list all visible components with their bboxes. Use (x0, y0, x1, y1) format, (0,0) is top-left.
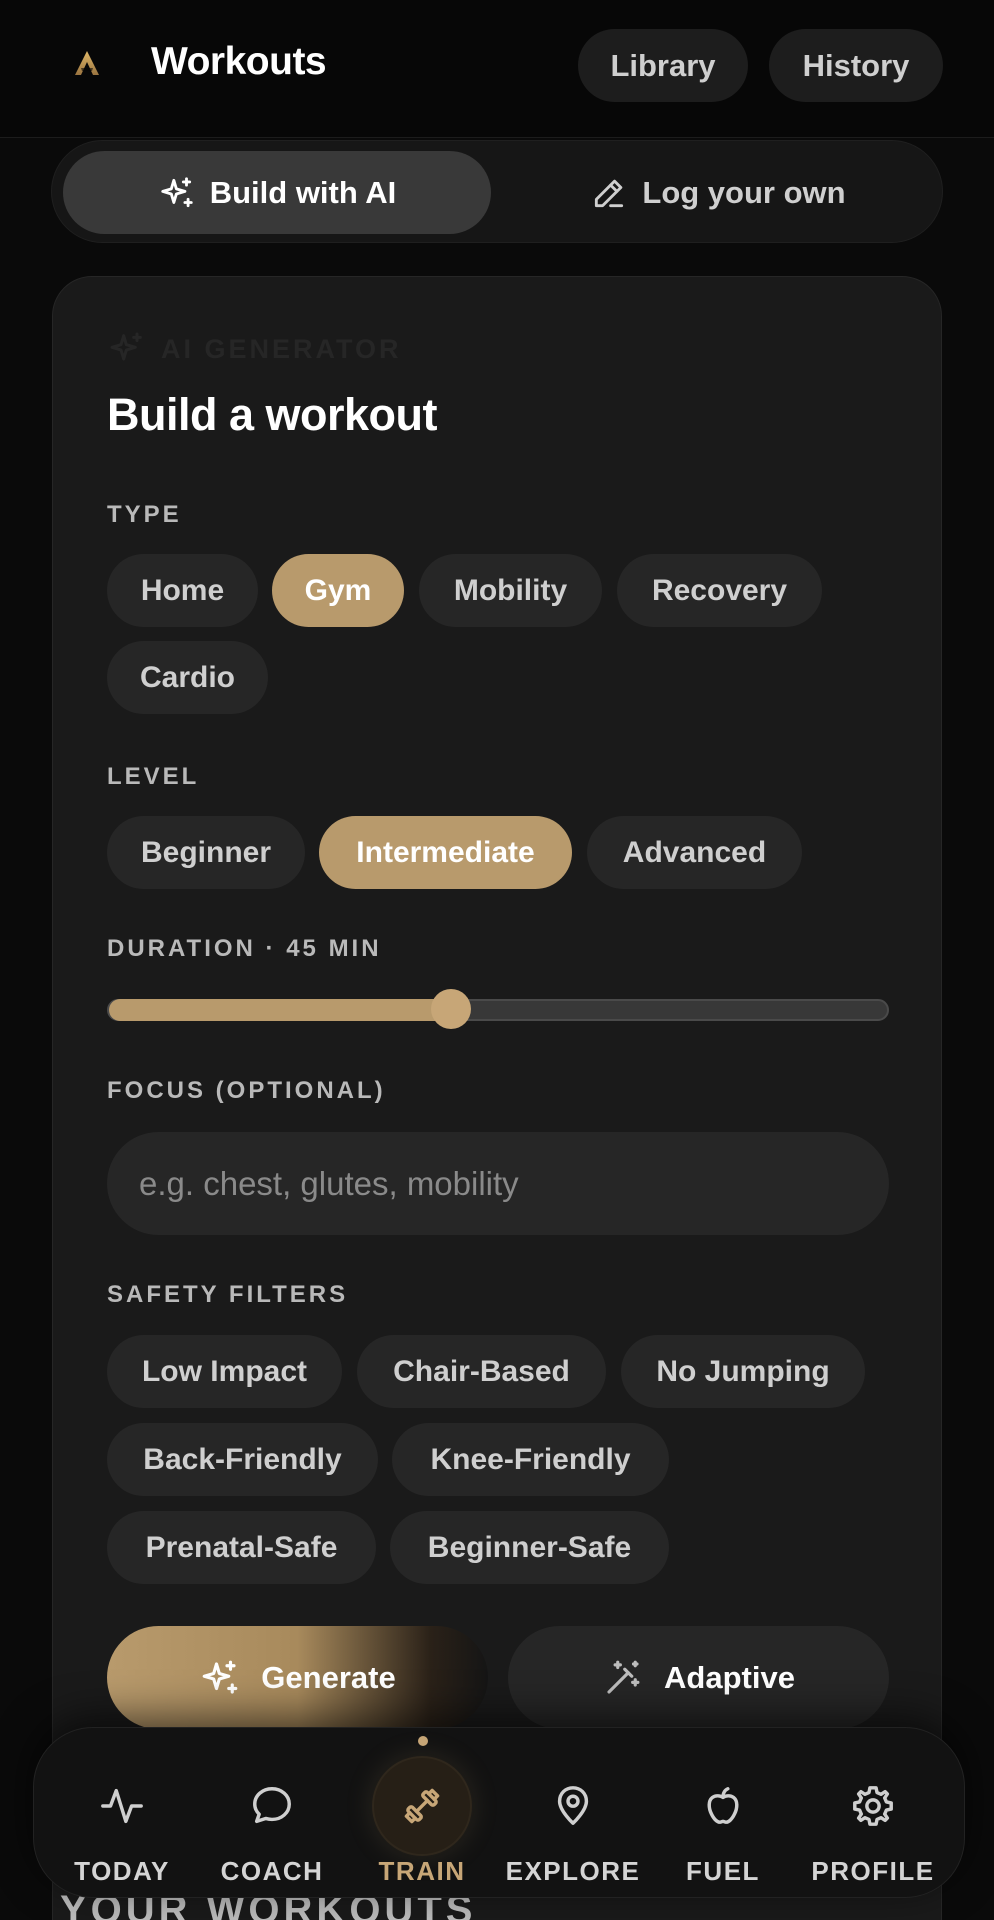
dumbbell-icon (404, 1788, 440, 1824)
chip-safety-knee-friendly[interactable]: Knee-Friendly (392, 1423, 669, 1496)
chip-level-intermediate[interactable]: Intermediate (319, 816, 572, 889)
adaptive-button[interactable]: Adaptive (508, 1626, 889, 1729)
chip-safety-back-friendly[interactable]: Back-Friendly (107, 1423, 378, 1496)
sparkles-icon (161, 176, 193, 207)
chip-safety-low-impact[interactable]: Low Impact (107, 1335, 342, 1408)
nav-label-profile: PROFILE (811, 1856, 935, 1886)
nav-label-fuel: FUEL (686, 1856, 760, 1886)
pencil-icon (595, 179, 624, 207)
nav-label-train: TRAIN (378, 1856, 466, 1886)
generate-button-label: Generate (261, 1659, 396, 1695)
duration-slider-fill (109, 999, 452, 1021)
card-eyebrow-label: AI GENERATOR (161, 333, 402, 364)
nav-item-train[interactable]: TRAIN (352, 1728, 492, 1899)
chip-type-mobility[interactable]: Mobility (419, 554, 602, 627)
chip-safety-chair-based[interactable]: Chair-Based (357, 1335, 606, 1408)
app-header: Workouts Library History (0, 0, 994, 138)
chip-safety-prenatal-safe[interactable]: Prenatal-Safe (107, 1511, 376, 1584)
ai-generator-card: AI GENERATOR Build a workout TYPE Home G… (52, 276, 942, 1920)
mode-switch: Build with AI Log your own (51, 140, 943, 243)
page-title: Workouts (151, 40, 327, 83)
magic-wand-icon (607, 1660, 640, 1694)
library-button[interactable]: Library (578, 29, 748, 102)
duration-label: DURATION · 45 MIN (107, 935, 382, 962)
tab-build-with-ai-label: Build with AI (209, 174, 397, 210)
card-title: Build a workout (107, 389, 438, 440)
chip-safety-no-jumping[interactable]: No Jumping (621, 1335, 865, 1408)
activity-icon (101, 1788, 143, 1824)
chip-type-cardio[interactable]: Cardio (107, 641, 268, 714)
map-pin-icon (557, 1786, 589, 1825)
apple-icon (707, 1787, 739, 1824)
nav-label-today: TODAY (74, 1856, 170, 1886)
workouts-screen: Workouts Library History Build with AI L… (0, 0, 994, 1920)
chip-safety-beginner-safe[interactable]: Beginner-Safe (390, 1511, 669, 1584)
chip-level-beginner[interactable]: Beginner (107, 816, 305, 889)
duration-slider[interactable] (107, 989, 889, 1029)
tab-log-your-own[interactable]: Log your own (504, 151, 932, 234)
nav-label-explore: EXPLORE (505, 1856, 641, 1886)
focus-input[interactable] (107, 1132, 889, 1235)
sparkles-icon (202, 1660, 238, 1694)
generate-button[interactable]: Generate (107, 1626, 488, 1729)
focus-label: FOCUS (OPTIONAL) (107, 1077, 386, 1104)
nav-item-profile[interactable]: PROFILE (803, 1728, 943, 1899)
nav-item-explore[interactable]: EXPLORE (503, 1728, 643, 1899)
safety-filters-label: SAFETY FILTERS (107, 1281, 349, 1308)
history-button[interactable]: History (769, 29, 943, 102)
tab-log-your-own-label: Log your own (642, 174, 846, 210)
level-label: LEVEL (107, 763, 200, 790)
chip-type-home[interactable]: Home (107, 554, 258, 627)
card-eyebrow: AI GENERATOR (107, 329, 402, 369)
nav-label-coach: COACH (220, 1856, 324, 1886)
chip-type-gym[interactable]: Gym (272, 554, 404, 627)
chip-level-advanced[interactable]: Advanced (587, 816, 802, 889)
nav-item-today[interactable]: TODAY (52, 1728, 192, 1899)
nav-item-coach[interactable]: COACH (202, 1728, 342, 1899)
nav-item-fuel[interactable]: FUEL (653, 1728, 793, 1899)
gear-icon (853, 1786, 893, 1826)
chat-bubble-icon (253, 1787, 291, 1824)
chip-type-recovery[interactable]: Recovery (617, 554, 822, 627)
type-label: TYPE (107, 501, 182, 528)
app-logo-icon (75, 51, 99, 75)
sparkles-icon (110, 332, 142, 361)
bottom-nav: TODAY COACH TRAIN EXPLORE FUEL PROFILE (33, 1727, 965, 1898)
adaptive-button-label: Adaptive (664, 1659, 795, 1695)
duration-slider-thumb[interactable] (431, 989, 472, 1029)
tab-build-with-ai[interactable]: Build with AI (63, 151, 491, 234)
